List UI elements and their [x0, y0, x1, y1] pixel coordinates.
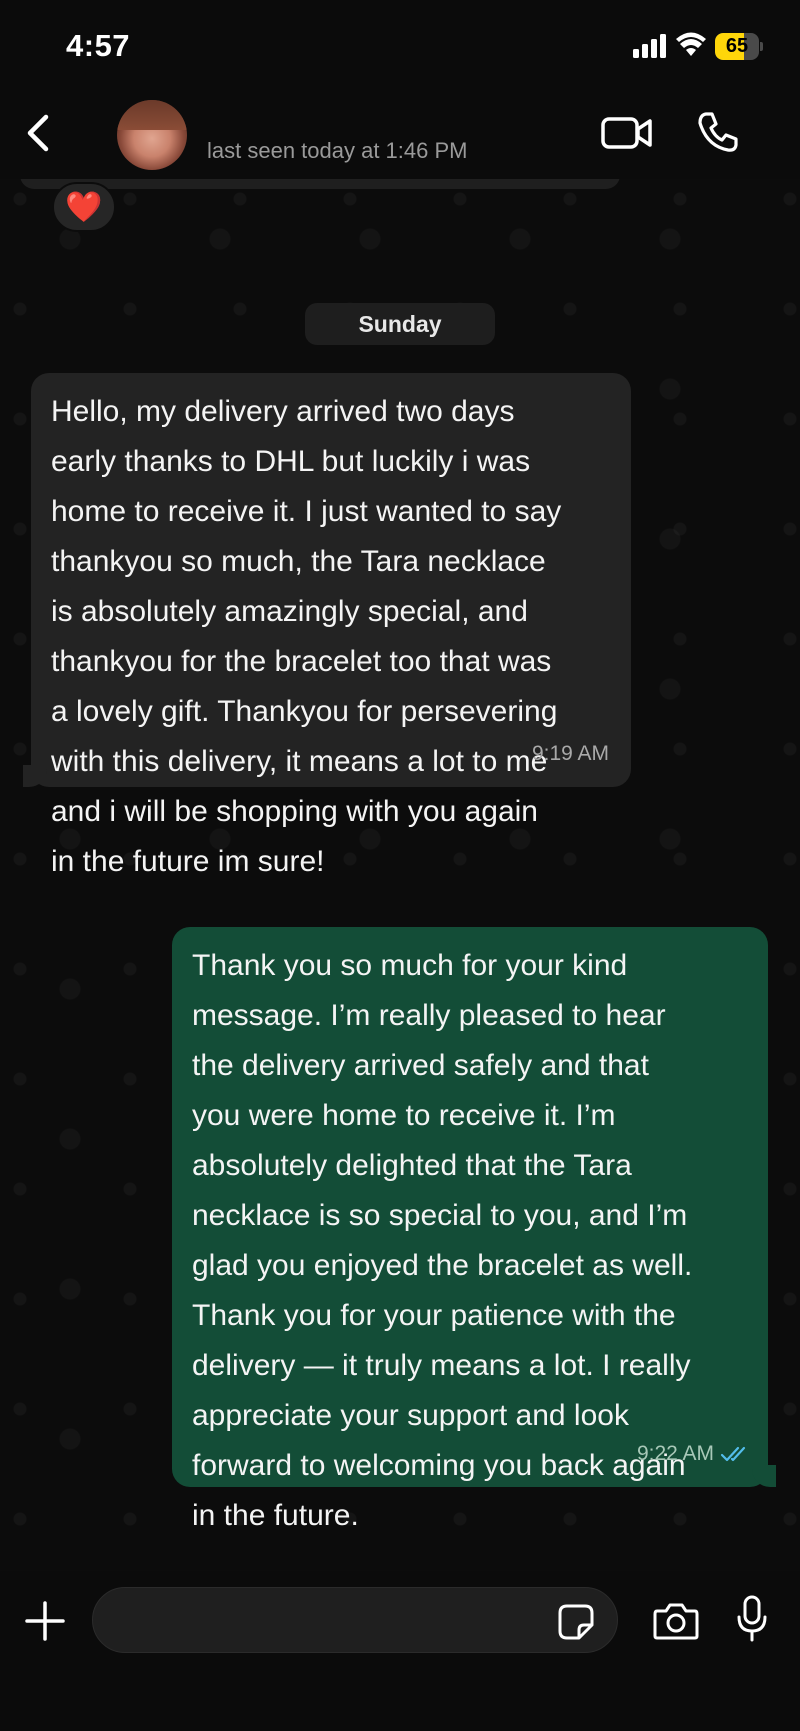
status-bar: 4:57 65	[0, 0, 800, 95]
status-time: 4:57	[66, 28, 131, 63]
outgoing-message[interactable]: Thank you so much for your kind message.…	[172, 927, 776, 1532]
wifi-icon	[676, 32, 706, 56]
heart-reaction[interactable]: ❤️	[52, 182, 116, 232]
battery-level: 65	[725, 35, 749, 57]
back-icon[interactable]	[22, 111, 56, 155]
plus-icon[interactable]	[24, 1600, 66, 1642]
signal-icon	[633, 34, 666, 58]
input-bar	[0, 1571, 800, 1731]
microphone-icon[interactable]	[735, 1595, 769, 1643]
phone-call-icon[interactable]	[697, 111, 739, 153]
outgoing-message-time: 9:22 AM	[636, 1442, 714, 1465]
incoming-message[interactable]: Hello, my delivery arrived two days earl…	[23, 373, 631, 878]
chat-header: last seen today at 1:46 PM	[0, 95, 800, 179]
incoming-message-time: 9:19 AM	[531, 742, 609, 765]
incoming-message-text: Hello, my delivery arrived two days earl…	[51, 395, 562, 878]
battery-icon: 65	[715, 33, 763, 60]
last-seen-status: last seen today at 1:46 PM	[207, 138, 468, 163]
camera-icon[interactable]	[653, 1601, 699, 1641]
read-ticks-icon	[720, 1447, 746, 1462]
outgoing-message-meta: 9:22 AM	[637, 1429, 752, 1479]
video-call-icon[interactable]	[601, 115, 653, 151]
date-separator: Sunday	[305, 303, 495, 345]
avatar[interactable]	[117, 100, 187, 170]
message-input[interactable]	[92, 1587, 618, 1653]
previous-message-bubble[interactable]	[20, 179, 620, 189]
chat-area[interactable]: ❤️ Sunday Hello, my delivery arrived two…	[0, 179, 800, 1571]
sticker-icon[interactable]	[557, 1603, 595, 1641]
